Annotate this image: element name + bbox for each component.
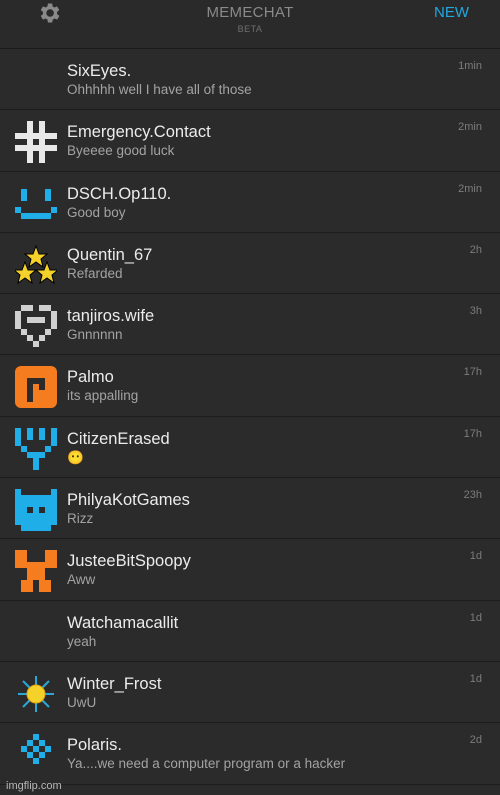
chat-list: SixEyes. Ohhhhh well I have all of those… <box>0 49 500 785</box>
chat-row-tanjiros-wife[interactable]: tanjiros.wife Gnnnnnn 3h <box>0 294 500 356</box>
app-title: MEMECHAT <box>206 4 294 21</box>
sun-icon <box>18 675 54 712</box>
chat-name: Quentin_67 <box>67 245 153 264</box>
chat-preview: Aww <box>67 572 96 588</box>
chat-time: 23h <box>463 489 482 502</box>
chat-time: 2min <box>458 182 482 195</box>
chat-row-philyakotgames[interactable]: PhilyaKotGames Rizz 23h <box>0 478 500 540</box>
new-chat-button[interactable]: NEW <box>434 4 469 21</box>
chat-row-palmo[interactable]: Palmo its appalling 17h <box>0 355 500 417</box>
chat-name: Emergency.Contact <box>67 123 211 142</box>
chat-name: PhilyaKotGames <box>67 491 190 510</box>
chat-time: 1d <box>469 672 482 685</box>
chat-preview: Gnnnnnn <box>67 327 123 343</box>
chat-name: DSCH.Op110. <box>67 184 172 203</box>
chat-time: 3h <box>469 305 482 318</box>
chat-time: 2h <box>469 243 482 256</box>
watermark: imgflip.com <box>6 780 62 792</box>
orange-totem-pixel-icon <box>15 550 57 593</box>
chat-preview: Rizz <box>67 511 94 527</box>
chat-name: CitizenErased <box>67 429 170 448</box>
chat-row-dsch[interactable]: DSCH.Op110. Good boy 2min <box>0 172 500 233</box>
white-heart-pixel-icon <box>15 305 57 348</box>
blue-cat-pixel-icon <box>15 489 57 532</box>
chat-time: 17h <box>463 427 482 440</box>
app-header: MEMECHAT BETA NEW <box>0 0 500 49</box>
chat-time: 2min <box>458 121 482 134</box>
three-stars-icon <box>15 244 57 285</box>
chat-row-polaris[interactable]: Polaris. Ya....we need a computer progra… <box>0 723 500 785</box>
orange-p-pixel-icon <box>15 366 57 409</box>
chat-row-justeebitspoopy[interactable]: JusteeBitSpoopy Aww 1d <box>0 539 500 601</box>
blue-y-pixel-icon <box>15 427 57 470</box>
chat-preview: Byeeee good luck <box>67 143 175 159</box>
chat-preview: Refarded <box>67 265 123 281</box>
chat-time: 17h <box>463 366 482 379</box>
chat-preview: Ohhhhh well I have all of those <box>67 82 252 97</box>
chat-time: 1min <box>458 60 482 72</box>
chat-name: Winter_Frost <box>67 674 162 693</box>
chat-preview: yeah <box>67 633 97 649</box>
chat-row-citizenerased[interactable]: CitizenErased 😶 17h <box>0 417 500 479</box>
app-subtitle: BETA <box>237 24 263 34</box>
chat-time: 1d <box>469 611 482 624</box>
chat-name: Palmo <box>67 368 114 387</box>
chat-name: SixEyes. <box>67 62 132 80</box>
chat-name: Polaris. <box>67 736 123 755</box>
chat-preview: 😶 <box>67 449 84 465</box>
chat-preview: UwU <box>67 694 97 710</box>
chat-name: tanjiros.wife <box>67 307 155 326</box>
chat-row-sixeyes[interactable]: SixEyes. Ohhhhh well I have all of those… <box>0 49 500 111</box>
chat-row-winter-frost[interactable]: Winter_Frost UwU 1d <box>0 662 500 724</box>
chat-row-emergency-contact[interactable]: Emergency.Contact Byeeee good luck 2min <box>0 110 500 172</box>
chat-row-quentin[interactable]: Quentin_67 Refarded 2h <box>0 233 500 295</box>
blue-smile-pixel-icon <box>15 188 57 219</box>
chat-time: 1d <box>469 550 482 563</box>
chat-preview: Ya....we need a computer program or a ha… <box>67 756 346 772</box>
chat-name: Watchamacallit <box>67 613 179 632</box>
chat-preview: its appalling <box>67 388 139 404</box>
white-cross-pixel-icon <box>15 121 57 164</box>
chat-time: 2d <box>469 734 482 747</box>
blue-diamond-pixel-icon <box>21 734 51 765</box>
chat-preview: Good boy <box>67 204 126 220</box>
chat-name: JusteeBitSpoopy <box>67 552 191 571</box>
chat-row-watchamacallit[interactable]: Watchamacallit yeah 1d <box>0 601 500 662</box>
